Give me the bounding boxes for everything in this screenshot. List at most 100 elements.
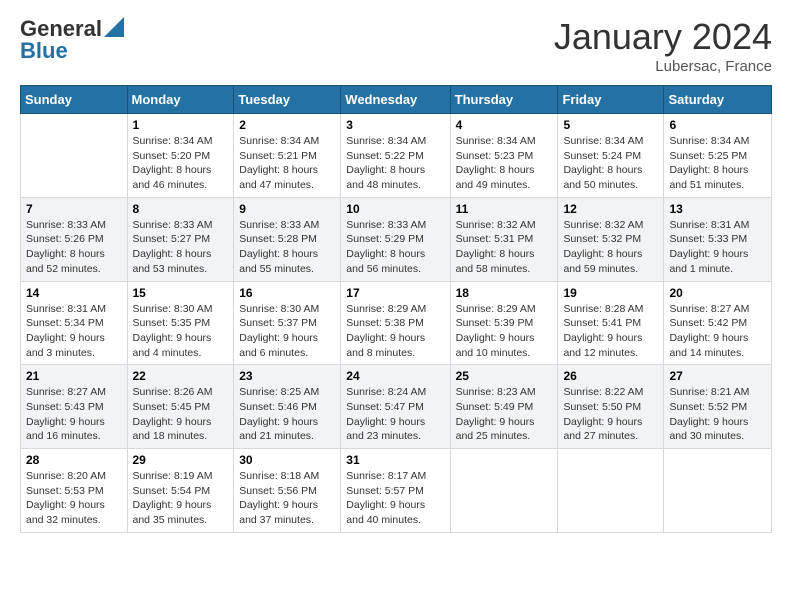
header-wednesday: Wednesday (341, 86, 450, 114)
day-info-line: Daylight: 8 hours (133, 248, 212, 260)
day-number: 20 (669, 286, 766, 300)
day-info: Sunrise: 8:34 AMSunset: 5:21 PMDaylight:… (239, 134, 335, 193)
day-info: Sunrise: 8:29 AM Sunset: 5:39 PM Daylight:… (456, 302, 553, 361)
day-info-line: Sunset: 5:54 PM (133, 485, 211, 497)
day-info-line: Sunrise: 8:33 AM (133, 219, 213, 231)
day-info-line: Sunrise: 8:23 AM (456, 386, 536, 398)
day-number: 30 (239, 453, 335, 467)
day-info-line: Sunset: 5:45 PM (133, 401, 211, 413)
day-number: 31 (346, 453, 444, 467)
calendar-week-1: 1Sunrise: 8:34 AMSunset: 5:20 PMDaylight… (21, 114, 772, 198)
day-number: 25 (456, 369, 553, 383)
day-number: 11 (456, 202, 553, 216)
day-info: Sunrise: 8:30 AMSunset: 5:37 PMDaylight:… (239, 302, 335, 361)
day-info: Sunrise: 8:27 AM Sunset: 5:42 PM Daylight:… (669, 302, 766, 361)
day-info-line: and 3 minutes. (26, 347, 95, 359)
day-info-line: Daylight: 9 hours (239, 332, 318, 344)
day-number: 18 (456, 286, 553, 300)
calendar-cell-w2-d2: 8Sunrise: 8:33 AMSunset: 5:27 PMDaylight… (127, 197, 234, 281)
day-info-line: and 48 minutes. (346, 179, 421, 191)
day-info-line: and 8 minutes. (346, 347, 415, 359)
day-info: Sunrise: 8:25 AMSunset: 5:46 PMDaylight:… (239, 385, 335, 444)
day-info: Sunrise: 8:31 AMSunset: 5:34 PMDaylight:… (26, 302, 122, 361)
day-info-line: Sunset: 5:47 PM (346, 401, 424, 413)
day-info-line: Sunrise: 8:29 AM (346, 303, 426, 315)
day-info-line: and 53 minutes. (133, 263, 208, 275)
calendar-cell-w1-d5: 4Sunrise: 8:34 AMSunset: 5:23 PMDaylight… (450, 114, 558, 198)
day-number: 6 (669, 118, 766, 132)
day-number: 19 (563, 286, 658, 300)
page: General Blue January 2024 Lubersac, Fran… (0, 0, 792, 612)
calendar-cell-w2-d7: 13Sunrise: 8:31 AMSunset: 5:33 PMDayligh… (664, 197, 772, 281)
calendar-cell-w2-d5: 11 Sunrise: 8:32 AMSunset: 5:31 PMDayligh… (450, 197, 558, 281)
day-info-line: Sunset: 5:46 PM (239, 401, 317, 413)
day-info-line: Daylight: 9 hours (456, 332, 535, 344)
day-info-line: and 12 minutes. (563, 347, 638, 359)
day-info-line: Sunset: 5:42 PM (669, 317, 747, 329)
day-info-line: Sunset: 5:52 PM (669, 401, 747, 413)
day-info: Sunrise: 8:28 AMSunset: 5:41 PMDaylight:… (563, 302, 658, 361)
day-info-line: Sunset: 5:34 PM (26, 317, 104, 329)
day-info-line: Daylight: 9 hours (669, 332, 748, 344)
day-number: 22 (133, 369, 229, 383)
day-info: Sunrise: 8:17 AMSunset: 5:57 PMDaylight:… (346, 469, 444, 528)
day-number: 2 (239, 118, 335, 132)
calendar-cell-w5-d1: 28Sunrise: 8:20 AMSunset: 5:53 PMDayligh… (21, 449, 128, 533)
location: Lubersac, France (554, 58, 772, 75)
day-info: Sunrise: 8:19 AMSunset: 5:54 PMDaylight:… (133, 469, 229, 528)
day-info-line: Daylight: 8 hours (346, 248, 425, 260)
calendar-cell-w4-d2: 22Sunrise: 8:26 AMSunset: 5:45 PMDayligh… (127, 365, 234, 449)
day-info-line: Sunrise: 8:34 AM (239, 135, 319, 147)
calendar-cell-w4-d3: 23Sunrise: 8:25 AMSunset: 5:46 PMDayligh… (234, 365, 341, 449)
day-info-line: Daylight: 8 hours (669, 164, 748, 176)
day-number: 24 (346, 369, 444, 383)
day-info-line: Sunrise: 8:33 AM (26, 219, 106, 231)
header-thursday: Thursday (450, 86, 558, 114)
day-info-line: and 4 minutes. (133, 347, 202, 359)
day-info-line: Sunrise: 8:28 AM (563, 303, 643, 315)
calendar-cell-w3-d7: 20 Sunrise: 8:27 AM Sunset: 5:42 PM Dayligh… (664, 281, 772, 365)
day-info-line: Sunrise: 8:31 AM (669, 219, 749, 231)
day-info: Sunrise: 8:33 AMSunset: 5:27 PMDaylight:… (133, 218, 229, 277)
day-info-line: Daylight: 9 hours (133, 416, 212, 428)
day-info-line: Sunset: 5:25 PM (669, 150, 747, 162)
day-info-line: Sunset: 5:37 PM (239, 317, 317, 329)
day-info-line: Daylight: 9 hours (133, 499, 212, 511)
day-info-line: and 16 minutes. (26, 430, 101, 442)
calendar-cell-w4-d1: 21Sunrise: 8:27 AMSunset: 5:43 PMDayligh… (21, 365, 128, 449)
day-info: Sunrise: 8:22 AMSunset: 5:50 PMDaylight:… (563, 385, 658, 444)
calendar-cell-w2-d4: 10Sunrise: 8:33 AMSunset: 5:29 PMDayligh… (341, 197, 450, 281)
calendar-week-3: 14Sunrise: 8:31 AMSunset: 5:34 PMDayligh… (21, 281, 772, 365)
day-info-line: Daylight: 9 hours (346, 499, 425, 511)
day-info: Sunrise: 8:32 AMSunset: 5:31 PMDaylight:… (456, 218, 553, 277)
day-number: 27 (669, 369, 766, 383)
day-info-line: Sunset: 5:57 PM (346, 485, 424, 497)
day-info-line: and 51 minutes. (669, 179, 744, 191)
day-info: Sunrise: 8:33 AMSunset: 5:28 PMDaylight:… (239, 218, 335, 277)
header-saturday: Saturday (664, 86, 772, 114)
calendar-cell-w3-d4: 17Sunrise: 8:29 AMSunset: 5:38 PMDayligh… (341, 281, 450, 365)
day-info-line: Sunrise: 8:29 AM (456, 303, 536, 315)
day-info: Sunrise: 8:33 AMSunset: 5:26 PMDaylight:… (26, 218, 122, 277)
day-info-line: Sunrise: 8:34 AM (133, 135, 213, 147)
header-sunday: Sunday (21, 86, 128, 114)
day-info-line: Sunrise: 8:34 AM (456, 135, 536, 147)
day-info: Sunrise: 8:34 AMSunset: 5:22 PMDaylight:… (346, 134, 444, 193)
day-info-line: Sunrise: 8:32 AM (456, 219, 536, 231)
day-info: Sunrise: 8:34 AMSunset: 5:20 PMDaylight:… (133, 134, 229, 193)
day-info-line: Sunrise: 8:24 AM (346, 386, 426, 398)
day-info-line: Sunset: 5:35 PM (133, 317, 211, 329)
day-info-line: and 14 minutes. (669, 347, 744, 359)
day-info-line: Sunrise: 8:27 AM (669, 303, 749, 315)
day-info-line: Sunset: 5:23 PM (456, 150, 534, 162)
day-info-line: Sunrise: 8:21 AM (669, 386, 749, 398)
day-info-line: Daylight: 9 hours (26, 499, 105, 511)
day-info: Sunrise: 8:23 AMSunset: 5:49 PMDaylight:… (456, 385, 553, 444)
day-info-line: Sunset: 5:39 PM (456, 317, 534, 329)
day-info: Sunrise: 8:24 AMSunset: 5:47 PMDaylight:… (346, 385, 444, 444)
day-info: Sunrise: 8:31 AMSunset: 5:33 PMDaylight:… (669, 218, 766, 277)
day-info-line: and 10 minutes. (456, 347, 531, 359)
calendar-cell-w1-d3: 2 Sunrise: 8:34 AMSunset: 5:21 PMDaylight… (234, 114, 341, 198)
day-info-line: Daylight: 9 hours (346, 332, 425, 344)
day-info: Sunrise: 8:29 AMSunset: 5:38 PMDaylight:… (346, 302, 444, 361)
